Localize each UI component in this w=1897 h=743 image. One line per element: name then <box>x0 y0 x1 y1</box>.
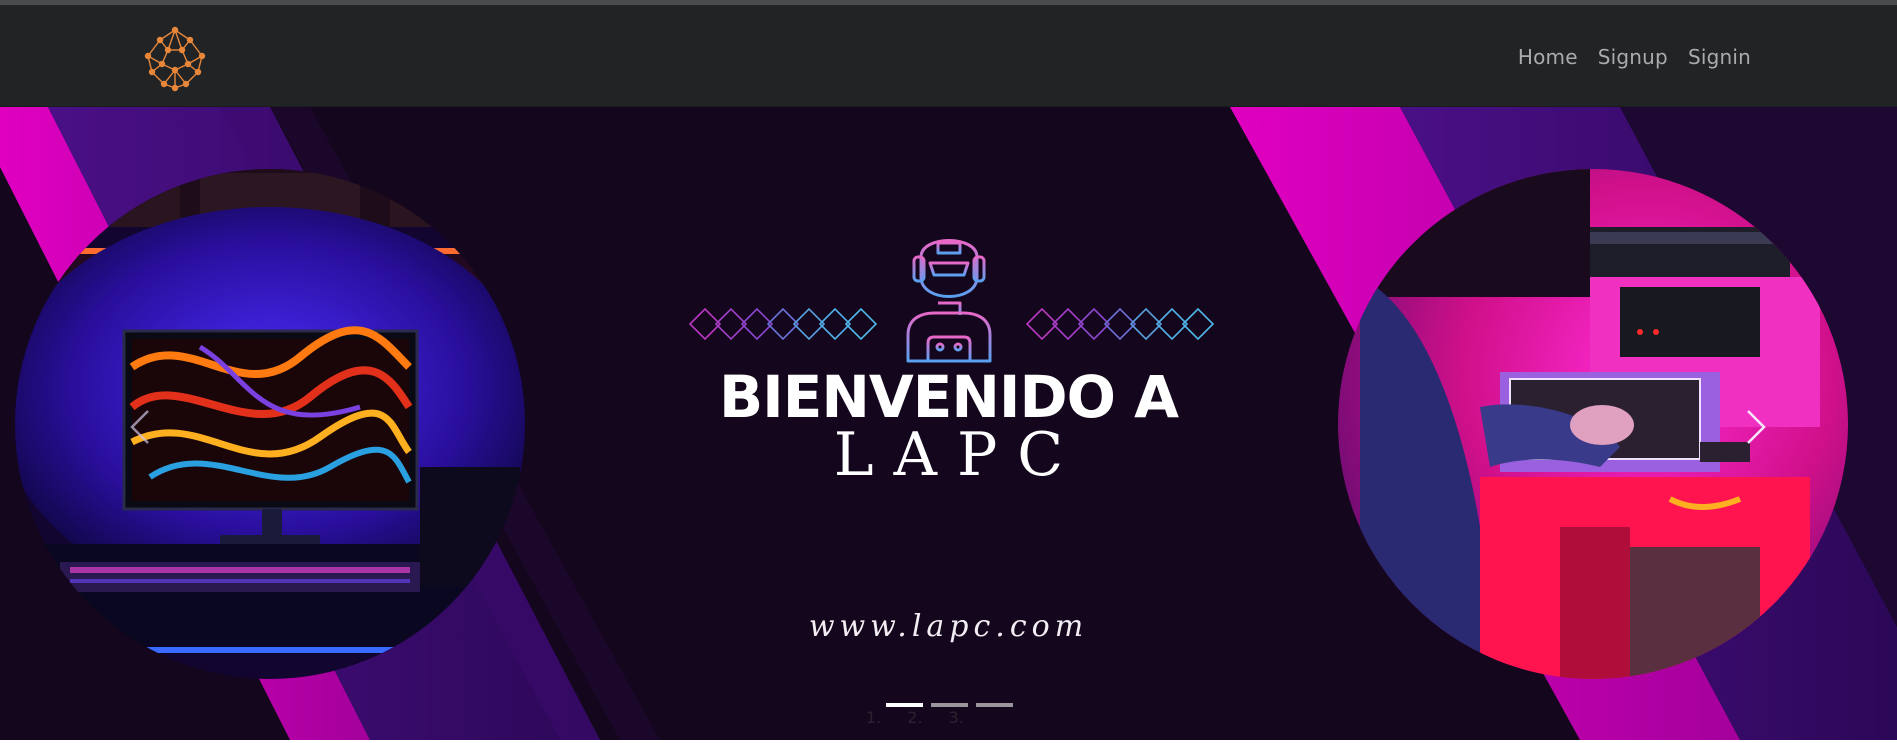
hero-title-line2: LAPC <box>833 420 1084 490</box>
carousel-indicator-1[interactable] <box>886 703 923 707</box>
navbar: Home Signup Signin <box>0 5 1897 107</box>
indicator-label-1: 1. <box>866 708 882 727</box>
nav-home-link[interactable]: Home <box>1518 45 1578 69</box>
carousel-indicator-labels: 1. 2. 3. <box>866 708 964 727</box>
hero-site-url: www.lapc.com <box>808 609 1089 644</box>
nav-signup-link[interactable]: Signup <box>1598 45 1668 69</box>
carousel-indicator-3[interactable] <box>976 703 1013 707</box>
hero-center-content: BIENVENIDO A LAPC www.lapc.com <box>0 107 1897 740</box>
carousel-indicators <box>886 703 1013 707</box>
nav-signin-link[interactable]: Signin <box>1688 45 1751 69</box>
hero-carousel: BIENVENIDO A LAPC www.lapc.com 1. 2. 3. <box>0 107 1897 740</box>
indicator-label-2: 2. <box>907 708 923 727</box>
network-brain-icon[interactable] <box>142 26 208 92</box>
carousel-indicator-2[interactable] <box>931 703 968 707</box>
indicator-label-3: 3. <box>948 708 964 727</box>
nav-links: Home Signup Signin <box>1518 45 1751 69</box>
